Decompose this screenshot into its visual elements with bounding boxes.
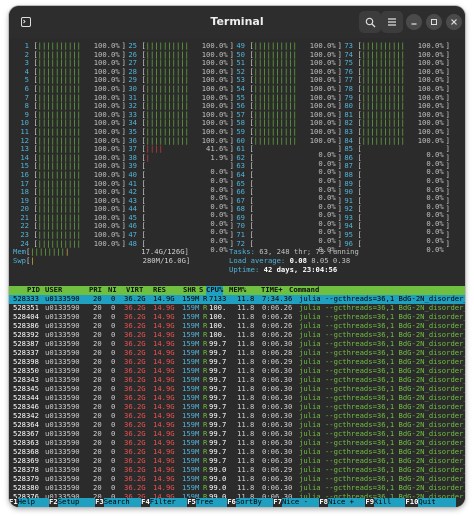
process-list[interactable]: 528333 u0133590 20 0 36.2G 14.9G 159M R 7133 11.8…	[9, 294, 465, 502]
fkey-label[interactable]: Kill	[374, 497, 406, 507]
mem-meter: Mem[||||||||| 17.4G/126G]	[13, 247, 189, 256]
load-15min: 0.38	[332, 256, 351, 265]
fkey-label[interactable]: Nice +	[327, 497, 366, 507]
fkey-label[interactable]: Quit	[418, 497, 456, 507]
close-button[interactable]	[446, 14, 462, 30]
cpu-bar: |||||||||| 100.0%	[253, 135, 336, 145]
fkey-f3[interactable]: F3	[95, 497, 104, 507]
cpu-percent: 100.0%	[417, 135, 444, 145]
memory-meters: Mem[||||||||| 17.4G/126G] Swp[| 280M/16.0G…	[13, 247, 223, 265]
cpu-column-3: 49 [|||||||||| 100.0%] 50 [|||||||||| 100.0…	[229, 41, 342, 253]
load-5min: 8.05	[311, 256, 329, 265]
fkey-label[interactable]: Setup	[57, 497, 96, 507]
fkey-f9[interactable]: F9	[365, 497, 374, 507]
swap-label: Swp	[13, 255, 26, 265]
uptime-label: Uptime:	[229, 265, 260, 274]
fkey-f1[interactable]: F1	[9, 497, 18, 507]
load-label: Load average:	[229, 256, 286, 265]
swap-value: 280M/16.0G	[142, 255, 186, 265]
fkey-label[interactable]: Tree	[195, 497, 228, 507]
search-button[interactable]	[359, 11, 381, 33]
fkey-label[interactable]: Nice -	[281, 497, 320, 507]
cpu-percent: 1.9%	[210, 152, 228, 162]
function-key-bar: F1Help F2Setup F3Search F4Filter F5Tree F6Sor…	[9, 497, 465, 507]
fkey-f7[interactable]: F7	[273, 497, 282, 507]
fkey-f5[interactable]: F5	[187, 497, 196, 507]
maximize-button[interactable]	[426, 14, 442, 30]
load-1min: 0.08	[289, 256, 307, 265]
cpu-number: 48	[128, 238, 137, 248]
fkey-label[interactable]: Search	[103, 497, 142, 507]
title-bar: Terminal	[9, 6, 465, 38]
cpu-bar: | 1.9%	[145, 152, 228, 162]
cpu-column-1: 1 [|||||||||| 100.0%] 2 [|||||||||| 100.0%]…	[13, 41, 126, 248]
cpu-percent: 100.0%	[309, 135, 336, 145]
cpu-percent: 0.0%	[426, 244, 444, 254]
terminal-window: Terminal 1 [|||||||||| 100.0%] 2 [||||||||…	[9, 6, 465, 507]
uptime-info: Uptime: 42 days, 23:04:56	[229, 265, 338, 275]
minimize-icon	[411, 23, 417, 25]
swap-meter: Swp[| 280M/16.0G]	[13, 255, 191, 265]
cpu-bar: |||||||||| 100.0%	[361, 135, 444, 145]
fkey-f4[interactable]: F4	[141, 497, 150, 507]
fkey-f10[interactable]: F10	[405, 497, 418, 507]
close-icon	[451, 19, 457, 25]
fkey-f2[interactable]: F2	[49, 497, 58, 507]
cpu-column-2: 25 [|||||||||| 100.0%] 26 [|||||||||| 100.0…	[121, 41, 234, 253]
uptime-value: 42 days, 23:04:56	[263, 265, 338, 274]
fkey-f6[interactable]: F6	[227, 497, 236, 507]
fkey-f8[interactable]: F8	[319, 497, 328, 507]
terminal-content[interactable]: 1 [|||||||||| 100.0%] 2 [|||||||||| 100.0%]…	[9, 38, 465, 507]
fkey-label[interactable]: Filter	[149, 497, 188, 507]
search-icon	[365, 17, 375, 27]
menu-button[interactable]	[381, 11, 403, 33]
hamburger-menu-icon	[388, 18, 396, 26]
cpu-meters: 1 [|||||||||| 100.0%] 2 [|||||||||| 100.0%]…	[13, 41, 463, 253]
tasks-label: Tasks:	[229, 247, 255, 256]
cpu-percent: 100.0%	[93, 238, 120, 248]
minimize-button[interactable]	[406, 14, 422, 30]
cpu-column-4: 73 [|||||||||| 100.0%] 74 [|||||||||| 100.0…	[337, 41, 450, 253]
fkey-label[interactable]: Help	[17, 497, 50, 507]
maximize-icon	[431, 19, 437, 25]
fkey-label[interactable]: SortBy	[235, 497, 274, 507]
tasks-value: 63, 248 thr; 73 running	[259, 247, 359, 256]
